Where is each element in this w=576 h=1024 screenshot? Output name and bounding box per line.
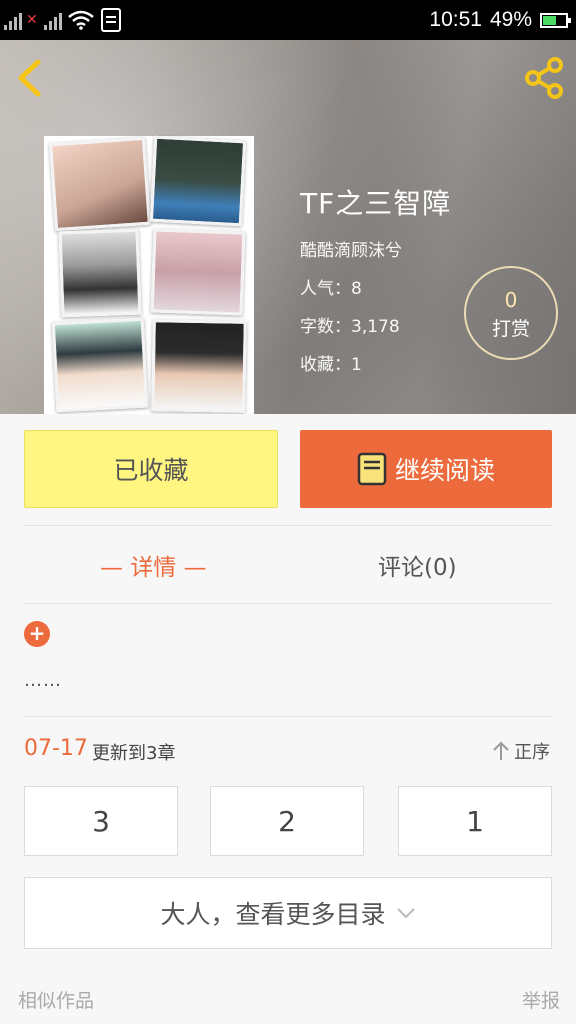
tab-detail[interactable]: — 详情 — bbox=[100, 548, 207, 582]
tip-button[interactable]: 0 打赏 bbox=[464, 266, 558, 360]
plus-icon: + bbox=[28, 621, 46, 645]
sort-order-button[interactable]: 正序 bbox=[492, 738, 550, 764]
tip-label: 打赏 bbox=[491, 318, 530, 340]
book-description: …… bbox=[24, 670, 62, 691]
cover-photo bbox=[150, 228, 246, 316]
chapter-button[interactable]: 1 bbox=[398, 786, 552, 856]
book-icon bbox=[357, 452, 387, 486]
battery-icon bbox=[540, 12, 571, 28]
collected-label: 已收藏 bbox=[113, 456, 189, 485]
sort-order-label: 正序 bbox=[514, 742, 550, 763]
book-info: TF之三智障 酷酷滴顾沫兮 人气：8 字数：3,178 收藏：1 bbox=[300, 182, 451, 388]
update-date: 07-17 bbox=[24, 736, 88, 761]
arrow-up-icon bbox=[493, 741, 509, 760]
book-favorites: 收藏：1 bbox=[300, 355, 362, 375]
share-button[interactable] bbox=[522, 56, 566, 100]
wifi-icon bbox=[67, 10, 94, 30]
collected-button[interactable]: 已收藏 bbox=[24, 430, 278, 508]
book-popularity: 人气：8 bbox=[300, 279, 362, 299]
tip-count: 0 bbox=[504, 288, 518, 312]
no-signal-icon: ✕ bbox=[26, 12, 38, 28]
continue-reading-button[interactable]: 继续阅读 bbox=[300, 430, 552, 508]
signal-icon bbox=[4, 10, 22, 30]
continue-reading-label: 继续阅读 bbox=[394, 456, 495, 485]
more-catalog-button[interactable]: 大人，查看更多目录 bbox=[24, 877, 552, 949]
book-header: TF之三智障 酷酷滴顾沫兮 人气：8 字数：3,178 收藏：1 0 打赏 bbox=[0, 40, 576, 414]
divider bbox=[24, 525, 552, 526]
chapter-button[interactable]: 3 bbox=[24, 786, 178, 856]
notification-icon bbox=[100, 8, 121, 32]
tab-comments[interactable]: 评论(0) bbox=[378, 548, 457, 582]
book-word-count: 字数：3,178 bbox=[300, 317, 400, 337]
update-text: 更新到3章 bbox=[92, 743, 176, 764]
cover-photo bbox=[49, 136, 151, 232]
cover-photo bbox=[58, 228, 142, 318]
similar-works-link[interactable]: 相似作品 bbox=[18, 986, 94, 1013]
signal-icon-2 bbox=[43, 10, 62, 30]
status-left: ✕ bbox=[4, 6, 122, 34]
more-catalog-label: 大人，查看更多目录 bbox=[160, 900, 386, 929]
chevron-left-icon bbox=[18, 59, 41, 97]
share-icon bbox=[525, 57, 563, 99]
cover-photo bbox=[149, 135, 247, 227]
report-link[interactable]: 举报 bbox=[522, 986, 560, 1013]
book-title: TF之三智障 bbox=[300, 187, 452, 220]
chevron-down-icon bbox=[396, 908, 415, 919]
cover-photo bbox=[51, 317, 149, 413]
cover-photo bbox=[151, 319, 247, 413]
expand-button[interactable]: + bbox=[24, 621, 50, 647]
clock: 10:51 bbox=[429, 8, 482, 31]
status-right: 10:51 49% bbox=[429, 6, 571, 34]
battery-percent: 49% bbox=[489, 8, 532, 31]
divider bbox=[24, 603, 552, 604]
divider bbox=[24, 716, 552, 717]
status-bar: ✕ 10:51 49% bbox=[0, 0, 576, 40]
back-button[interactable] bbox=[12, 58, 48, 98]
chapter-button[interactable]: 2 bbox=[210, 786, 364, 856]
book-author[interactable]: 酷酷滴顾沫兮 bbox=[300, 236, 451, 261]
book-cover[interactable] bbox=[44, 135, 254, 414]
